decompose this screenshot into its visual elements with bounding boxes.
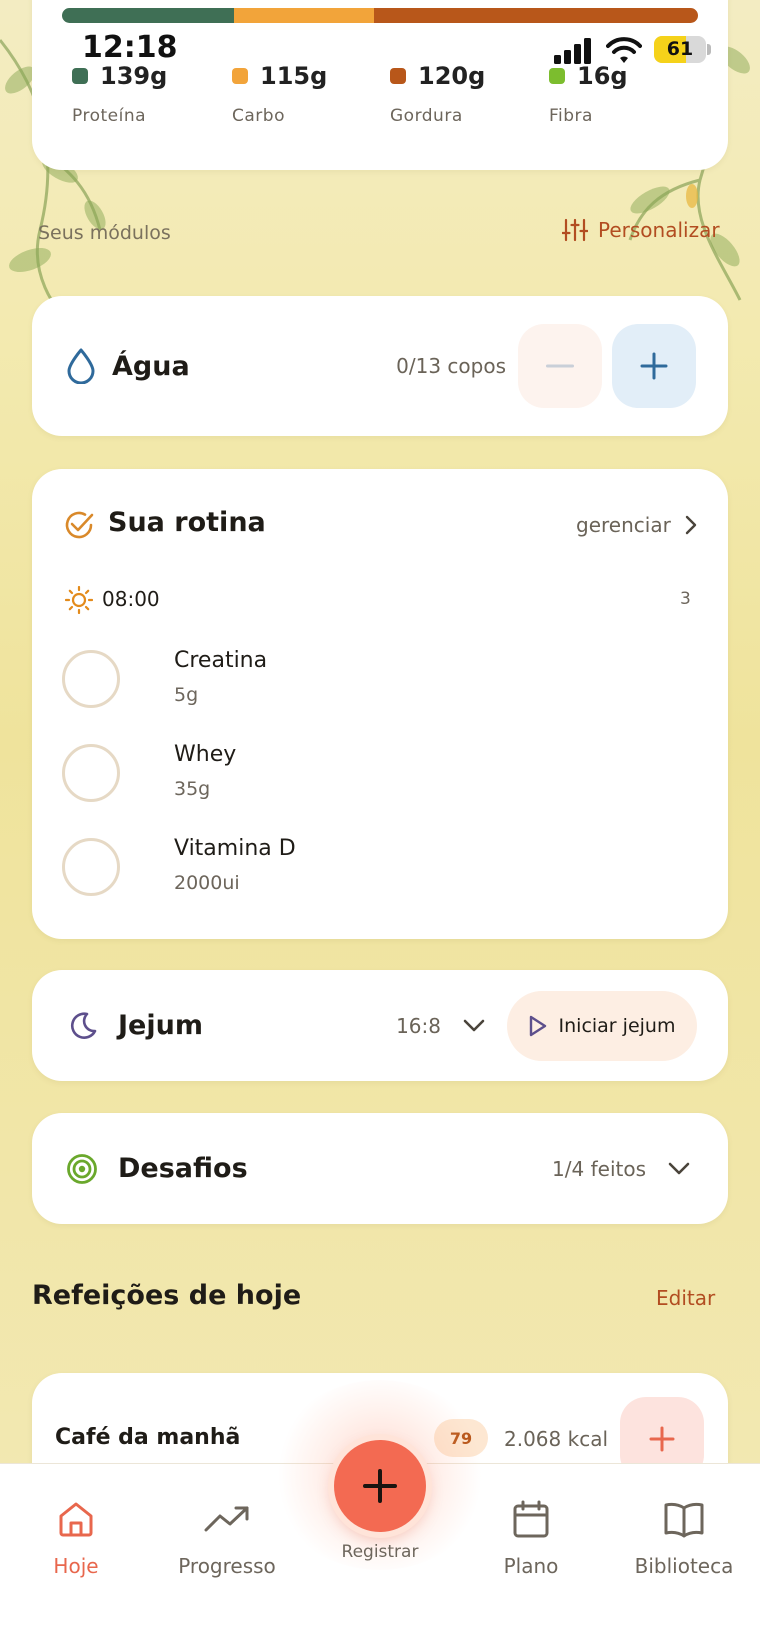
challenges-progress: 1/4 feitos: [552, 1156, 646, 1181]
battery-indicator: 61: [654, 36, 706, 63]
nav-tab-today[interactable]: Hoje: [6, 1494, 146, 1578]
battery-nub: [707, 44, 711, 55]
routine-item-dose: 5g: [174, 684, 199, 706]
signal-icon: [554, 38, 591, 64]
routine-module-card: Sua rotina gerenciar 08:00 3 Creatina 5g…: [32, 469, 728, 939]
routine-item[interactable]: Creatina 5g: [62, 642, 662, 722]
routine-manage-link[interactable]: gerenciar: [576, 513, 697, 537]
fasting-module-card: Jejum 16:8 Iniciar jejum: [32, 970, 728, 1081]
water-drop-icon: [67, 348, 95, 384]
water-title: Água: [112, 350, 190, 382]
check-circle-icon: [65, 511, 94, 539]
nav-tab-plan-label: Plano: [503, 1554, 559, 1578]
trending-up-icon: [204, 1506, 249, 1532]
routine-checkbox[interactable]: [62, 744, 120, 802]
calendar-icon: [513, 1500, 549, 1538]
routine-manage-label: gerenciar: [576, 513, 671, 537]
nav-tab-library-label: Biblioteca: [634, 1554, 734, 1578]
fat-color-dot: [390, 68, 406, 84]
routine-item[interactable]: Whey 35g: [62, 736, 662, 816]
nav-tab-today-label: Hoje: [53, 1554, 99, 1578]
nav-tab-library[interactable]: Biblioteca: [614, 1494, 754, 1578]
meals-edit-link[interactable]: Editar: [656, 1286, 715, 1310]
target-icon: [67, 1153, 97, 1184]
protein-label: Proteína: [72, 106, 147, 126]
wifi-icon: [606, 37, 642, 63]
routine-time: 08:00: [102, 587, 160, 611]
book-icon: [664, 1502, 704, 1538]
nav-tab-progress-label: Progresso: [178, 1554, 276, 1578]
status-bar: 12:18 61: [0, 0, 760, 70]
carbs-color-dot: [232, 68, 248, 84]
fat-label: Gordura: [390, 106, 463, 126]
fasting-title: Jejum: [118, 1010, 203, 1041]
customize-button[interactable]: Personalizar: [562, 218, 720, 242]
routine-item-dose: 2000ui: [174, 872, 240, 894]
play-icon: [529, 1015, 546, 1036]
water-module-card: Água 0/13 copos: [32, 296, 728, 436]
minus-icon: [546, 364, 574, 368]
fasting-protocol: 16:8: [396, 1013, 441, 1038]
home-icon: [59, 1502, 93, 1537]
water-count: 0/13 copos: [396, 354, 506, 378]
meal-name: Café da manhã: [55, 1425, 241, 1450]
plus-icon: [649, 1426, 675, 1452]
fiber-color-dot: [549, 68, 565, 84]
routine-checkbox[interactable]: [62, 838, 120, 896]
challenges-module-card[interactable]: Desafios 1/4 feitos: [32, 1113, 728, 1224]
start-fasting-button[interactable]: Iniciar jejum: [507, 990, 697, 1061]
routine-item-name: Vitamina D: [174, 836, 296, 861]
carbs-label: Carbo: [232, 106, 285, 126]
chevron-right-icon: [685, 515, 696, 535]
routine-count: 3: [680, 589, 691, 609]
sliders-icon: [562, 218, 588, 242]
fiber-label: Fibra: [549, 106, 593, 126]
plus-icon: [363, 1469, 397, 1503]
water-increase-button[interactable]: [612, 324, 696, 408]
sun-icon: [65, 586, 93, 614]
start-fasting-label: Iniciar jejum: [558, 1014, 676, 1037]
meal-kcal: 2.068 kcal: [504, 1427, 609, 1451]
water-decrease-button[interactable]: [518, 324, 602, 408]
routine-checkbox[interactable]: [62, 650, 120, 708]
modules-section-title: Seus módulos: [38, 222, 171, 244]
routine-item-name: Creatina: [174, 648, 268, 673]
register-label: Registrar: [341, 1542, 419, 1562]
chevron-down-icon[interactable]: [668, 1162, 690, 1176]
routine-item[interactable]: Vitamina D 2000ui: [62, 830, 662, 910]
status-time: 12:18: [82, 30, 178, 65]
protein-color-dot: [72, 68, 88, 84]
routine-item-name: Whey: [174, 742, 237, 767]
battery-percent: 61: [666, 38, 694, 60]
meals-section-title: Refeições de hoje: [32, 1280, 302, 1311]
moon-icon: [70, 1011, 97, 1039]
register-button[interactable]: [334, 1440, 426, 1532]
customize-label: Personalizar: [598, 218, 720, 242]
chevron-down-icon[interactable]: [463, 1019, 485, 1033]
challenges-title: Desafios: [118, 1153, 248, 1184]
routine-item-dose: 35g: [174, 778, 211, 800]
routine-title: Sua rotina: [108, 507, 266, 538]
plus-icon: [640, 352, 668, 380]
